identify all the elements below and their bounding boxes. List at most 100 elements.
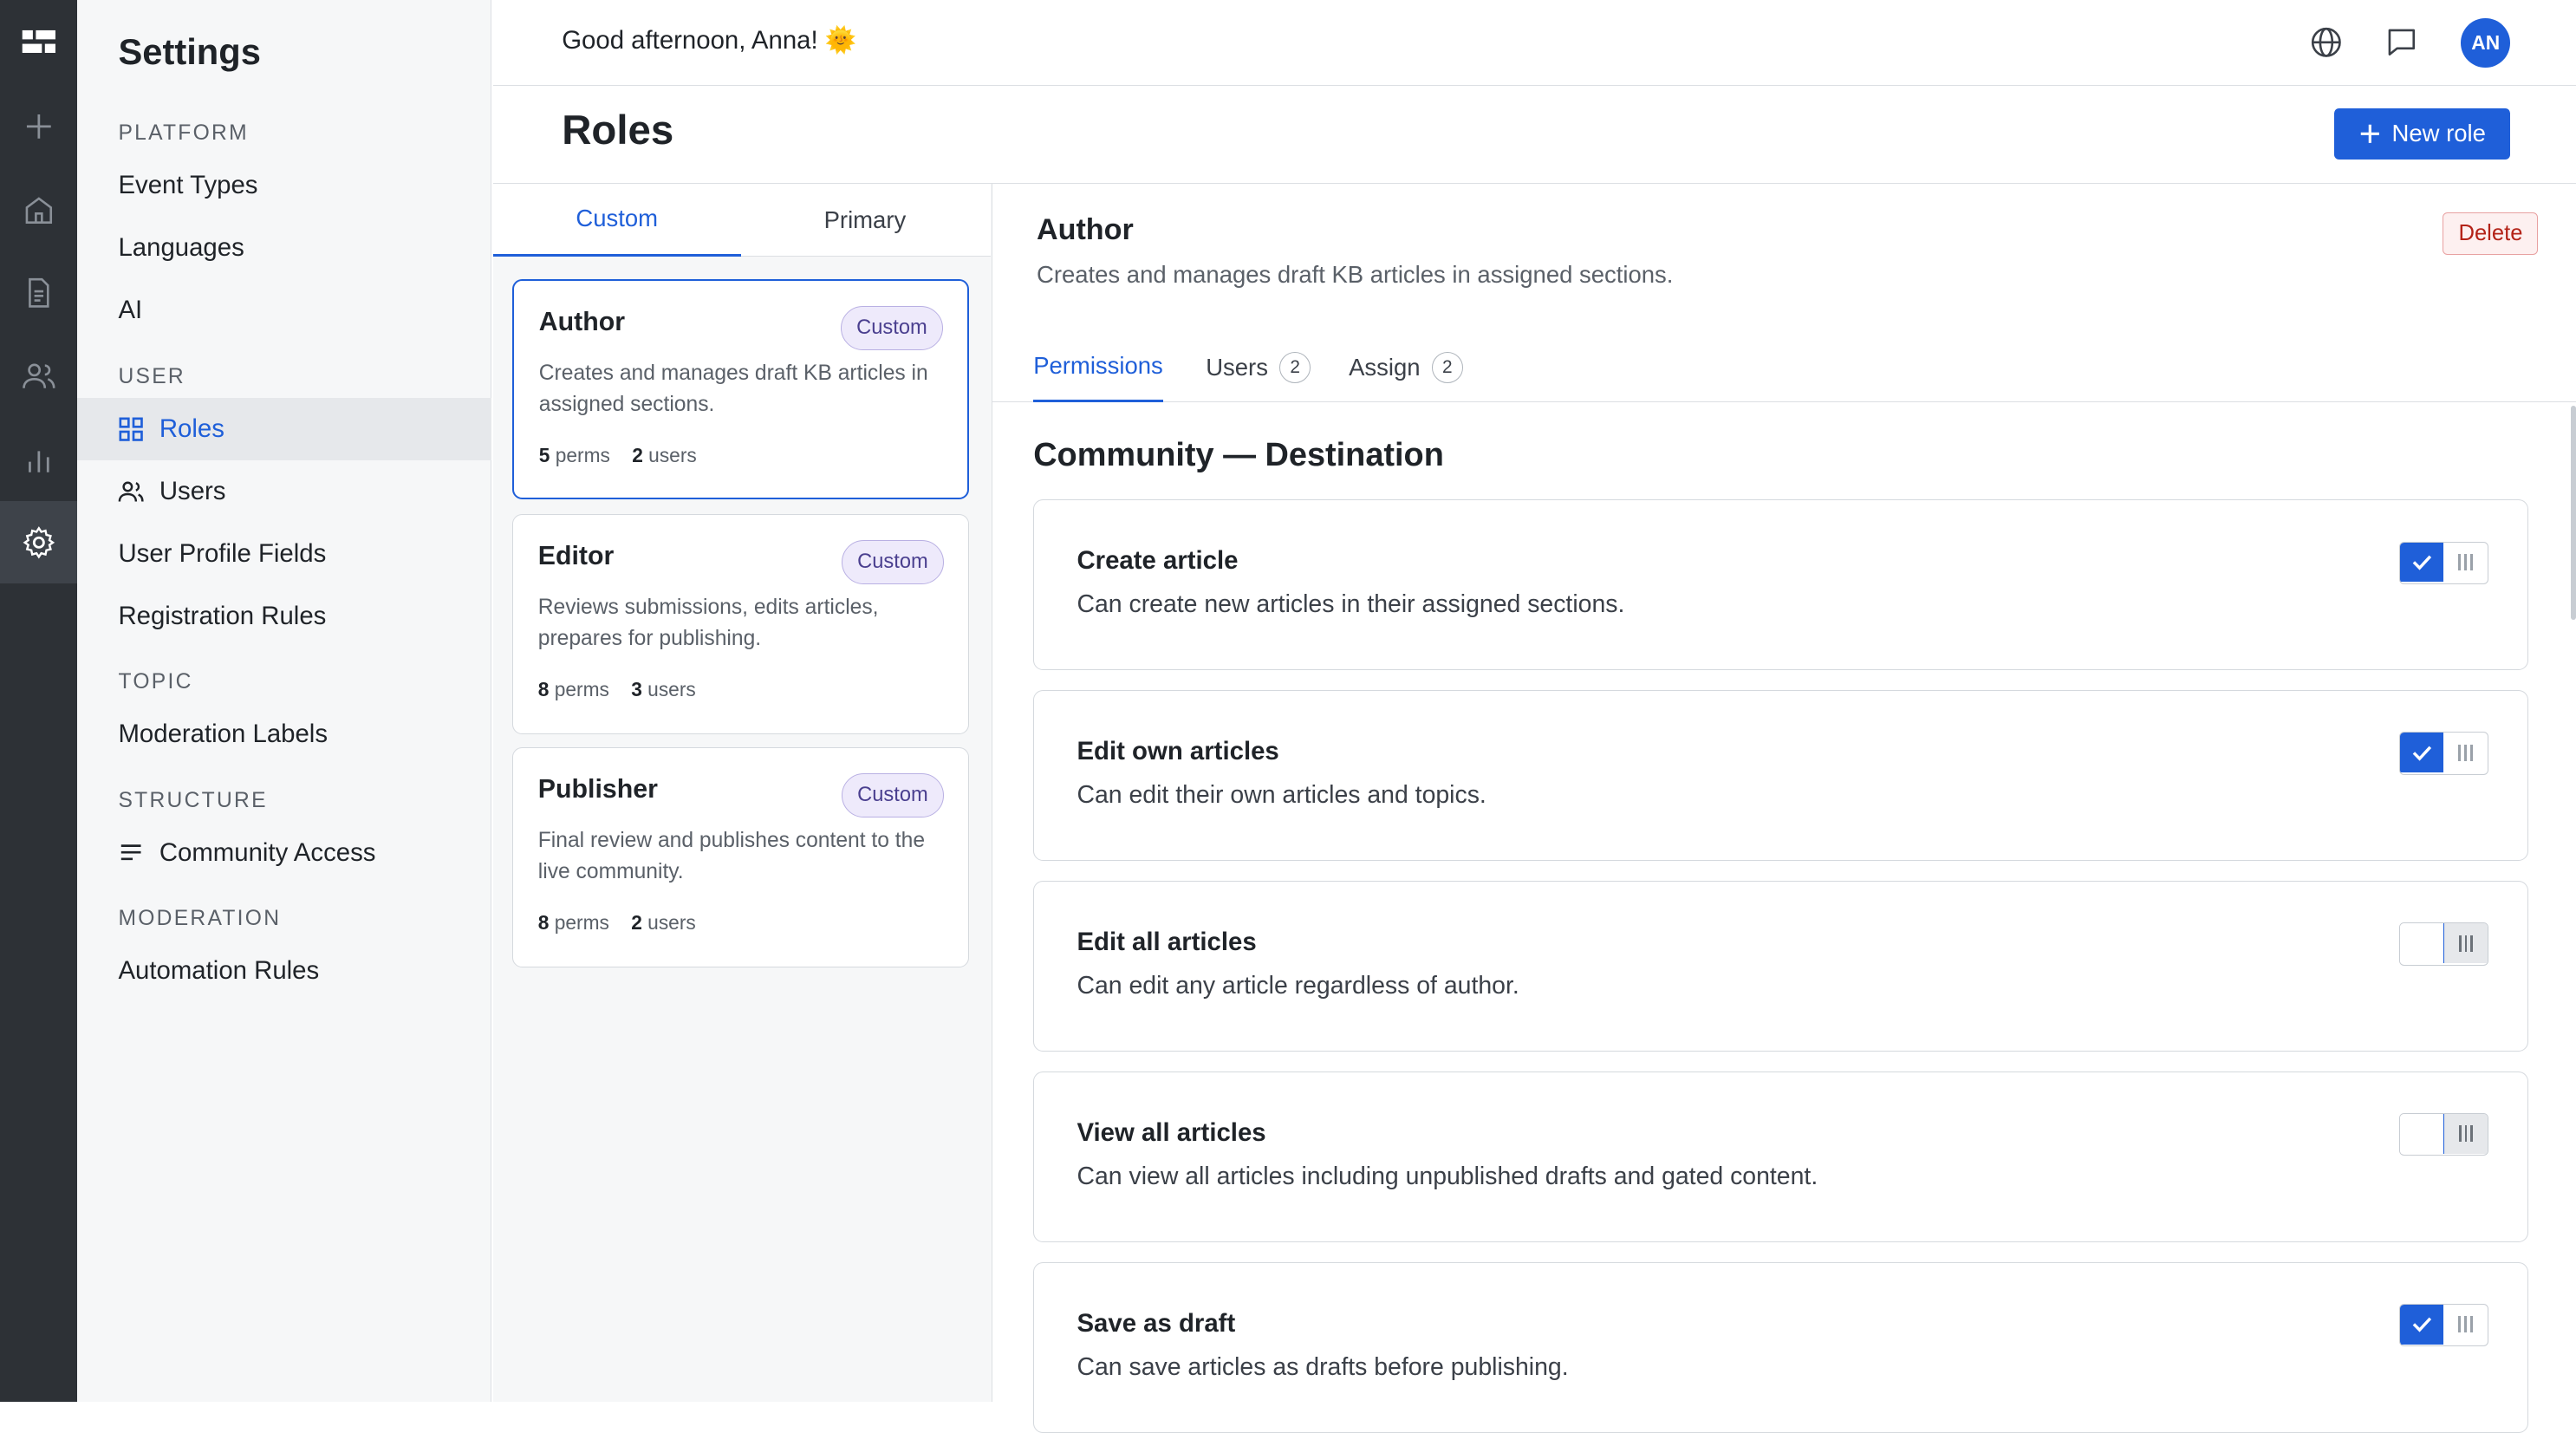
tab-permissions[interactable]: Permissions (1033, 332, 1163, 403)
sidebar-item-automation-rules[interactable]: Automation Rules (77, 940, 491, 1002)
role-name: Publisher (537, 774, 658, 804)
role-stats: 5 perms 2 users (539, 444, 697, 467)
toggle-handle-icon (2443, 923, 2488, 963)
grid-logo-icon (22, 30, 55, 54)
sidebar-section-structure: STRUCTURE (118, 788, 268, 812)
users-count: 2 (631, 911, 642, 935)
role-card-editor[interactable]: Editor Custom Reviews submissions, edits… (512, 514, 970, 735)
role-type-badge: Custom (842, 539, 944, 584)
detail-tabs: Permissions Users 2 Assign 2 (992, 332, 2576, 403)
perms-label: perms (555, 443, 610, 466)
rail-add[interactable] (0, 94, 77, 160)
role-description: Reviews submissions, edits articles, pre… (537, 596, 879, 651)
role-tabs: Custom Primary (492, 184, 991, 257)
page-title: Roles (562, 107, 674, 154)
language-button[interactable] (2306, 23, 2345, 62)
role-card-publisher[interactable]: Publisher Custom Final review and publis… (512, 747, 970, 968)
permission-toggle[interactable] (2399, 541, 2488, 584)
sidebar-item-users[interactable]: Users (77, 460, 491, 523)
permission-toggle[interactable] (2399, 1113, 2488, 1156)
permission-title: Save as draft (1077, 1308, 1236, 1338)
sidebar-item-label: Community Access (159, 837, 376, 867)
sidebar-item-label: AI (118, 296, 143, 325)
permission-title: Edit own articles (1077, 737, 1279, 766)
perms-label: perms (554, 677, 609, 700)
permission-section-title: Community — Destination (1033, 437, 1444, 474)
perms-label: perms (554, 911, 609, 935)
tab-count-badge: 2 (1431, 351, 1463, 383)
messages-button[interactable] (2382, 23, 2421, 62)
toggle-handle-icon (2443, 1114, 2488, 1154)
rail-home[interactable] (0, 178, 77, 244)
perms-count: 5 (538, 443, 550, 466)
role-type-badge: Custom (842, 772, 944, 817)
perms-count: 8 (537, 911, 550, 935)
toggle-handle-icon (2443, 543, 2487, 582)
tab-primary[interactable]: Primary (741, 184, 989, 256)
sidebar-item-label: Roles (159, 414, 224, 443)
sidebar-section-moderation: MODERATION (118, 907, 282, 931)
tab-custom[interactable]: Custom (492, 184, 741, 257)
permission-toggle[interactable] (2399, 922, 2488, 966)
role-detail-title: Author (1036, 213, 1134, 247)
sidebar-item-community-access[interactable]: Community Access (77, 822, 491, 884)
rail-analytics[interactable] (0, 427, 77, 493)
document-icon (28, 277, 49, 308)
permission-view-all-articles: View all articles Can view all articles … (1033, 1071, 2528, 1242)
perms-count: 8 (537, 677, 550, 700)
tab-assign[interactable]: Assign 2 (1349, 332, 1463, 403)
sidebar-item-label: Event Types (118, 171, 258, 200)
delete-role-button[interactable]: Delete (2443, 212, 2539, 255)
avatar[interactable]: AN (2461, 17, 2511, 68)
permission-toggle[interactable] (2399, 732, 2488, 775)
sidebar-title: Settings (118, 31, 261, 72)
sidebar-item-registration-rules[interactable]: Registration Rules (77, 585, 491, 648)
permission-description: Can save articles as drafts before publi… (1077, 1352, 1569, 1381)
tab-label: Users (1206, 353, 1268, 381)
rail-settings[interactable] (0, 501, 78, 583)
permission-toggle[interactable] (2399, 1304, 2488, 1347)
sidebar-item-label: Registration Rules (118, 601, 327, 630)
rail-logo[interactable] (0, 10, 77, 75)
sidebar-item-moderation-labels[interactable]: Moderation Labels (77, 703, 491, 765)
tab-label: Assign (1349, 353, 1421, 381)
globe-icon (2311, 28, 2341, 58)
tab-count-badge: 2 (1279, 351, 1311, 383)
sidebar-item-label: Moderation Labels (118, 720, 329, 749)
role-detail-panel: Author Creates and manages draft KB arti… (992, 184, 2576, 1433)
permission-edit-own-articles: Edit own articles Can edit their own art… (1033, 690, 2528, 862)
sidebar-item-label: Languages (118, 233, 244, 263)
role-detail-description: Creates and manages draft KB articles in… (1036, 261, 1674, 289)
sidebar-section-user: USER (118, 364, 185, 388)
role-type-badge: Custom (841, 305, 943, 350)
sidebar-item-user-profile-fields[interactable]: User Profile Fields (77, 523, 491, 585)
gear-icon (23, 525, 55, 559)
check-icon (2400, 733, 2444, 772)
role-stats: 8 perms 3 users (538, 678, 696, 701)
sidebar-item-languages[interactable]: Languages (77, 217, 491, 279)
permission-title: View all articles (1077, 1117, 1266, 1147)
tab-users[interactable]: Users 2 (1206, 332, 1311, 403)
users-icon (22, 363, 55, 389)
sidebar-item-ai[interactable]: AI (77, 279, 491, 342)
toggle-handle-icon (2443, 1305, 2487, 1344)
sidebar-item-event-types[interactable]: Event Types (77, 154, 491, 217)
permission-title: Create article (1077, 546, 1239, 576)
rail-people[interactable] (0, 343, 77, 409)
role-card-author[interactable]: Author Custom Creates and manages draft … (512, 279, 970, 500)
new-role-button[interactable]: New role (2334, 108, 2511, 160)
plus-icon (26, 114, 51, 139)
users-icon (118, 479, 145, 505)
permission-description: Can edit their own articles and topics. (1077, 781, 1486, 810)
scrollbar-thumb[interactable] (2571, 406, 2576, 620)
grid-icon (118, 416, 144, 442)
home-icon (25, 197, 52, 224)
app-rail (0, 0, 78, 1402)
list-icon (118, 840, 144, 866)
permission-description: Can view all articles including unpublis… (1077, 1163, 1818, 1191)
role-description: Creates and manages draft KB articles in… (538, 362, 928, 417)
rail-content[interactable] (0, 259, 77, 325)
sidebar-item-roles[interactable]: Roles (77, 397, 491, 460)
sidebar-item-label: Automation Rules (118, 956, 320, 986)
permission-save-as-draft: Save as draft Can save articles as draft… (1033, 1261, 2528, 1433)
